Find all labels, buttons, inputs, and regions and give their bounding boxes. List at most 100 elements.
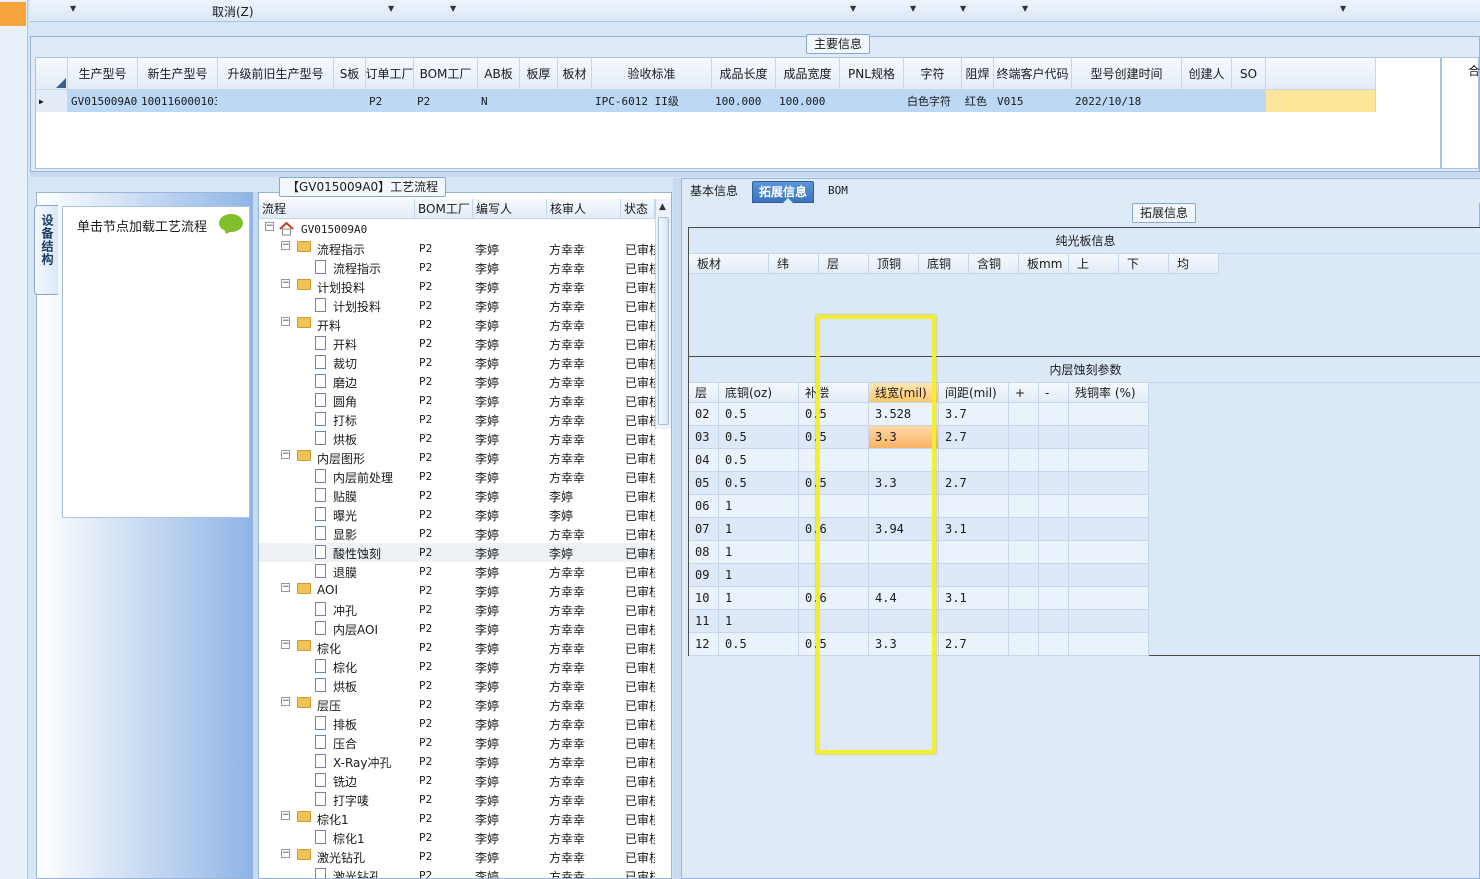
etch-cell[interactable] [1039, 610, 1069, 633]
board-column-header[interactable]: 板mm [1019, 254, 1069, 274]
etch-cell[interactable] [1069, 449, 1149, 472]
tree-node[interactable]: 磨边 P2 李婷 方幸幸 已审核 [259, 372, 655, 391]
etch-cell[interactable] [939, 449, 1009, 472]
etch-cell[interactable]: 2.7 [939, 633, 1009, 656]
etch-cell[interactable]: 0.5 [719, 403, 799, 426]
tab-bom[interactable]: BOM [822, 181, 854, 203]
grid-cell[interactable]: P2 [414, 90, 478, 112]
etch-cell[interactable] [1009, 541, 1039, 564]
board-column-header[interactable]: 纬 [769, 254, 819, 274]
tree-node[interactable]: 开料 P2 李婷 方幸幸 已审核 [259, 334, 655, 353]
grid-cell[interactable] [1182, 90, 1232, 112]
etch-column-header[interactable]: 底铜(oz) [719, 383, 799, 403]
grid-cell[interactable] [218, 90, 334, 112]
column-header[interactable]: 新生产型号 [138, 58, 218, 90]
dropdown-arrow-icon[interactable]: ▼ [960, 4, 966, 13]
etch-cell[interactable]: 1 [719, 610, 799, 633]
tree-node[interactable]: 曝光 P2 李婷 李婷 已审核 [259, 505, 655, 524]
etch-cell[interactable]: 06 [689, 495, 719, 518]
tree-node[interactable]: 烘板 P2 李婷 方幸幸 已审核 [259, 429, 655, 448]
etch-cell[interactable]: 1 [719, 564, 799, 587]
tree-node[interactable]: 激光钻孔 P2 李婷 方幸幸 已审核 [259, 866, 655, 878]
tree-node[interactable]: 裁切 P2 李婷 方幸幸 已审核 [259, 353, 655, 372]
grid-cell[interactable] [520, 90, 558, 112]
column-header[interactable]: 成品宽度 [776, 58, 840, 90]
etch-column-header[interactable]: - [1039, 383, 1069, 403]
tree-node[interactable]: 内层AOI P2 李婷 方幸幸 已审核 [259, 619, 655, 638]
scroll-up-icon[interactable]: ▲ [659, 202, 666, 212]
tree-root[interactable]: − GV015009A0 [259, 220, 655, 239]
grid-cell[interactable]: 100.000 [712, 90, 776, 112]
etch-cell[interactable] [1069, 610, 1149, 633]
tree-node[interactable]: 冲孔 P2 李婷 方幸幸 已审核 [259, 600, 655, 619]
column-header[interactable]: 订单工厂 [366, 58, 414, 90]
etch-cell[interactable]: 3.1 [939, 518, 1009, 541]
etch-cell[interactable]: 1 [719, 495, 799, 518]
tab-basic-info[interactable]: 基本信息 [684, 181, 744, 203]
process-hint-box[interactable]: 单击节点加载工艺流程 [62, 206, 250, 518]
tree-node[interactable]: 显影 P2 李婷 方幸幸 已审核 [259, 524, 655, 543]
dropdown-arrow-icon[interactable]: ▼ [450, 4, 456, 13]
side-tab-equipment[interactable]: 设备结构 [34, 205, 58, 295]
etch-cell[interactable]: 2.7 [939, 426, 1009, 449]
board-column-header[interactable]: 板材 [689, 254, 769, 274]
collapse-icon[interactable]: − [281, 241, 290, 250]
etch-cell[interactable] [939, 610, 1009, 633]
tree-node[interactable]: 棕化1 P2 李婷 方幸幸 已审核 [259, 828, 655, 847]
tree-column-header[interactable]: 编写人 [473, 199, 547, 218]
scroll-thumb[interactable] [658, 217, 669, 425]
grid-cell[interactable] [1232, 90, 1266, 112]
etch-cell[interactable]: 07 [689, 518, 719, 541]
column-header[interactable]: 创建人 [1182, 58, 1232, 90]
column-header[interactable]: 型号创建时间 [1072, 58, 1182, 90]
dropdown-arrow-icon[interactable]: ▼ [850, 4, 856, 13]
grid-cell[interactable]: N [478, 90, 520, 112]
tree-column-header[interactable]: 状态 [621, 199, 655, 218]
etch-cell[interactable] [1009, 449, 1039, 472]
tree-column-header[interactable]: 核审人 [547, 199, 621, 218]
selected-indicator[interactable] [0, 2, 26, 26]
etch-cell[interactable]: 11 [689, 610, 719, 633]
board-column-header[interactable]: 底铜 [919, 254, 969, 274]
etch-cell[interactable] [1039, 495, 1069, 518]
collapse-icon[interactable]: − [281, 450, 290, 459]
etch-cell[interactable]: 1 [719, 518, 799, 541]
tree-node[interactable]: 棕化 P2 李婷 方幸幸 已审核 [259, 657, 655, 676]
dropdown-arrow-icon[interactable]: ▼ [388, 4, 394, 13]
tree-scrollbar[interactable]: ▲ [655, 199, 671, 429]
horizontal-splitter[interactable] [30, 172, 1480, 177]
etch-cell[interactable] [939, 541, 1009, 564]
tree-node[interactable]: 打标 P2 李婷 方幸幸 已审核 [259, 410, 655, 429]
tree-node[interactable]: 圆角 P2 李婷 方幸幸 已审核 [259, 391, 655, 410]
collapse-icon[interactable]: − [265, 222, 274, 231]
tree-node[interactable]: − 计划投料 P2 李婷 方幸幸 已审核 [259, 277, 655, 296]
etch-cell[interactable] [1039, 403, 1069, 426]
tree-node[interactable]: − 开料 P2 李婷 方幸幸 已审核 [259, 315, 655, 334]
etch-cell[interactable] [1039, 449, 1069, 472]
tree-node[interactable]: − AOI P2 李婷 方幸幸 已审核 [259, 581, 655, 600]
tree-node[interactable]: 贴膜 P2 李婷 李婷 已审核 [259, 486, 655, 505]
grid-cell[interactable] [558, 90, 592, 112]
tree-node[interactable]: 烘板 P2 李婷 方幸幸 已审核 [259, 676, 655, 695]
etch-cell[interactable] [1069, 426, 1149, 449]
etch-cell[interactable] [1069, 587, 1149, 610]
board-column-header[interactable]: 层 [819, 254, 869, 274]
collapse-icon[interactable]: − [281, 640, 290, 649]
tab-ext-info[interactable]: 拓展信息 [752, 181, 815, 203]
column-header[interactable]: 验收标准 [592, 58, 712, 90]
column-header[interactable]: 阻焊 [962, 58, 994, 90]
etch-cell[interactable]: 12 [689, 633, 719, 656]
tree-node[interactable]: − 流程指示 P2 李婷 方幸幸 已审核 [259, 239, 655, 258]
grid-cell[interactable]: P2 [366, 90, 414, 112]
etch-cell[interactable] [939, 564, 1009, 587]
etch-cell[interactable]: 0.5 [719, 472, 799, 495]
tree-column-header[interactable]: BOM工厂 [415, 199, 473, 218]
etch-cell[interactable] [1069, 495, 1149, 518]
main-info-row[interactable]: ▶GV015009A010011600010391P2P2NIPC-6012 I… [36, 90, 1376, 112]
etch-cell[interactable] [1069, 633, 1149, 656]
etch-cell[interactable]: 08 [689, 541, 719, 564]
collapse-icon[interactable]: − [281, 317, 290, 326]
column-header[interactable]: 板材 [558, 58, 592, 90]
grid-cell[interactable]: 100.000 [776, 90, 840, 112]
dropdown-arrow-icon[interactable]: ▼ [910, 4, 916, 13]
